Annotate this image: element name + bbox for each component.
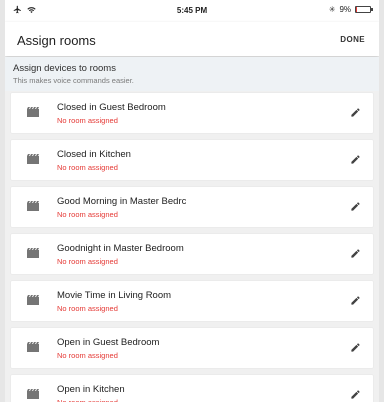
battery-level [356,7,358,12]
status-bar: 5:45 PM ✳ 9% [5,0,379,22]
battery-percent: 9% [339,5,351,14]
room-status: No room assigned [57,351,118,360]
device-name: Movie Time in Living Room [57,290,172,301]
room-status: No room assigned [57,116,118,125]
clapperboard-icon [27,389,39,399]
battery-icon [355,6,373,13]
clapperboard-icon [27,154,39,164]
edit-pencil-icon[interactable] [350,342,361,353]
status-time: 5:45 PM [176,6,208,15]
device-list: Closed in Guest Bedroom No room assigned… [11,93,373,402]
section-title: Assign devices to rooms [13,63,116,74]
room-status: No room assigned [57,257,118,266]
clapperboard-icon [27,248,39,258]
app-bar: Assign rooms DONE [5,22,379,56]
list-item[interactable]: Goodnight in Master Bedroom No room assi… [11,234,373,274]
edit-pencil-icon[interactable] [350,389,361,400]
room-status: No room assigned [57,163,118,172]
status-right: ✳ 9% [328,5,373,14]
device-name: Closed in Guest Bedroom [57,102,166,113]
device-name: Open in Kitchen [57,384,125,395]
device-name: Closed in Kitchen [57,149,131,160]
list-item[interactable]: Good Morning in Master Bedrc No room ass… [11,187,373,227]
room-status: No room assigned [57,210,118,219]
clapperboard-icon [27,295,39,305]
page-title: Assign rooms [17,33,96,48]
bluetooth-icon: ✳ [328,5,336,14]
list-item[interactable]: Closed in Kitchen No room assigned [11,140,373,180]
device-name: Goodnight in Master Bedroom [57,243,184,254]
edit-pencil-icon[interactable] [350,295,361,306]
device-name: Good Morning in Master Bedrc [57,196,187,207]
app-screen: 5:45 PM ✳ 9% Assign rooms DONE Assign de… [5,0,379,402]
edit-pencil-icon[interactable] [350,248,361,259]
list-item[interactable]: Open in Kitchen No room assigned [11,375,373,402]
list-item[interactable]: Closed in Guest Bedroom No room assigned [11,93,373,133]
edit-pencil-icon[interactable] [350,107,361,118]
list-item[interactable]: Movie Time in Living Room No room assign… [11,281,373,321]
section-header: Assign devices to rooms This makes voice… [5,57,379,91]
room-status: No room assigned [57,398,118,402]
list-item[interactable]: Open in Guest Bedroom No room assigned [11,328,373,368]
device-name: Open in Guest Bedroom [57,337,160,348]
section-subtitle: This makes voice commands easier. [13,76,134,85]
done-button[interactable]: DONE [340,35,365,44]
edit-pencil-icon[interactable] [350,154,361,165]
clapperboard-icon [27,342,39,352]
clapperboard-icon [27,201,39,211]
edit-pencil-icon[interactable] [350,201,361,212]
clapperboard-icon [27,107,39,117]
room-status: No room assigned [57,304,118,313]
